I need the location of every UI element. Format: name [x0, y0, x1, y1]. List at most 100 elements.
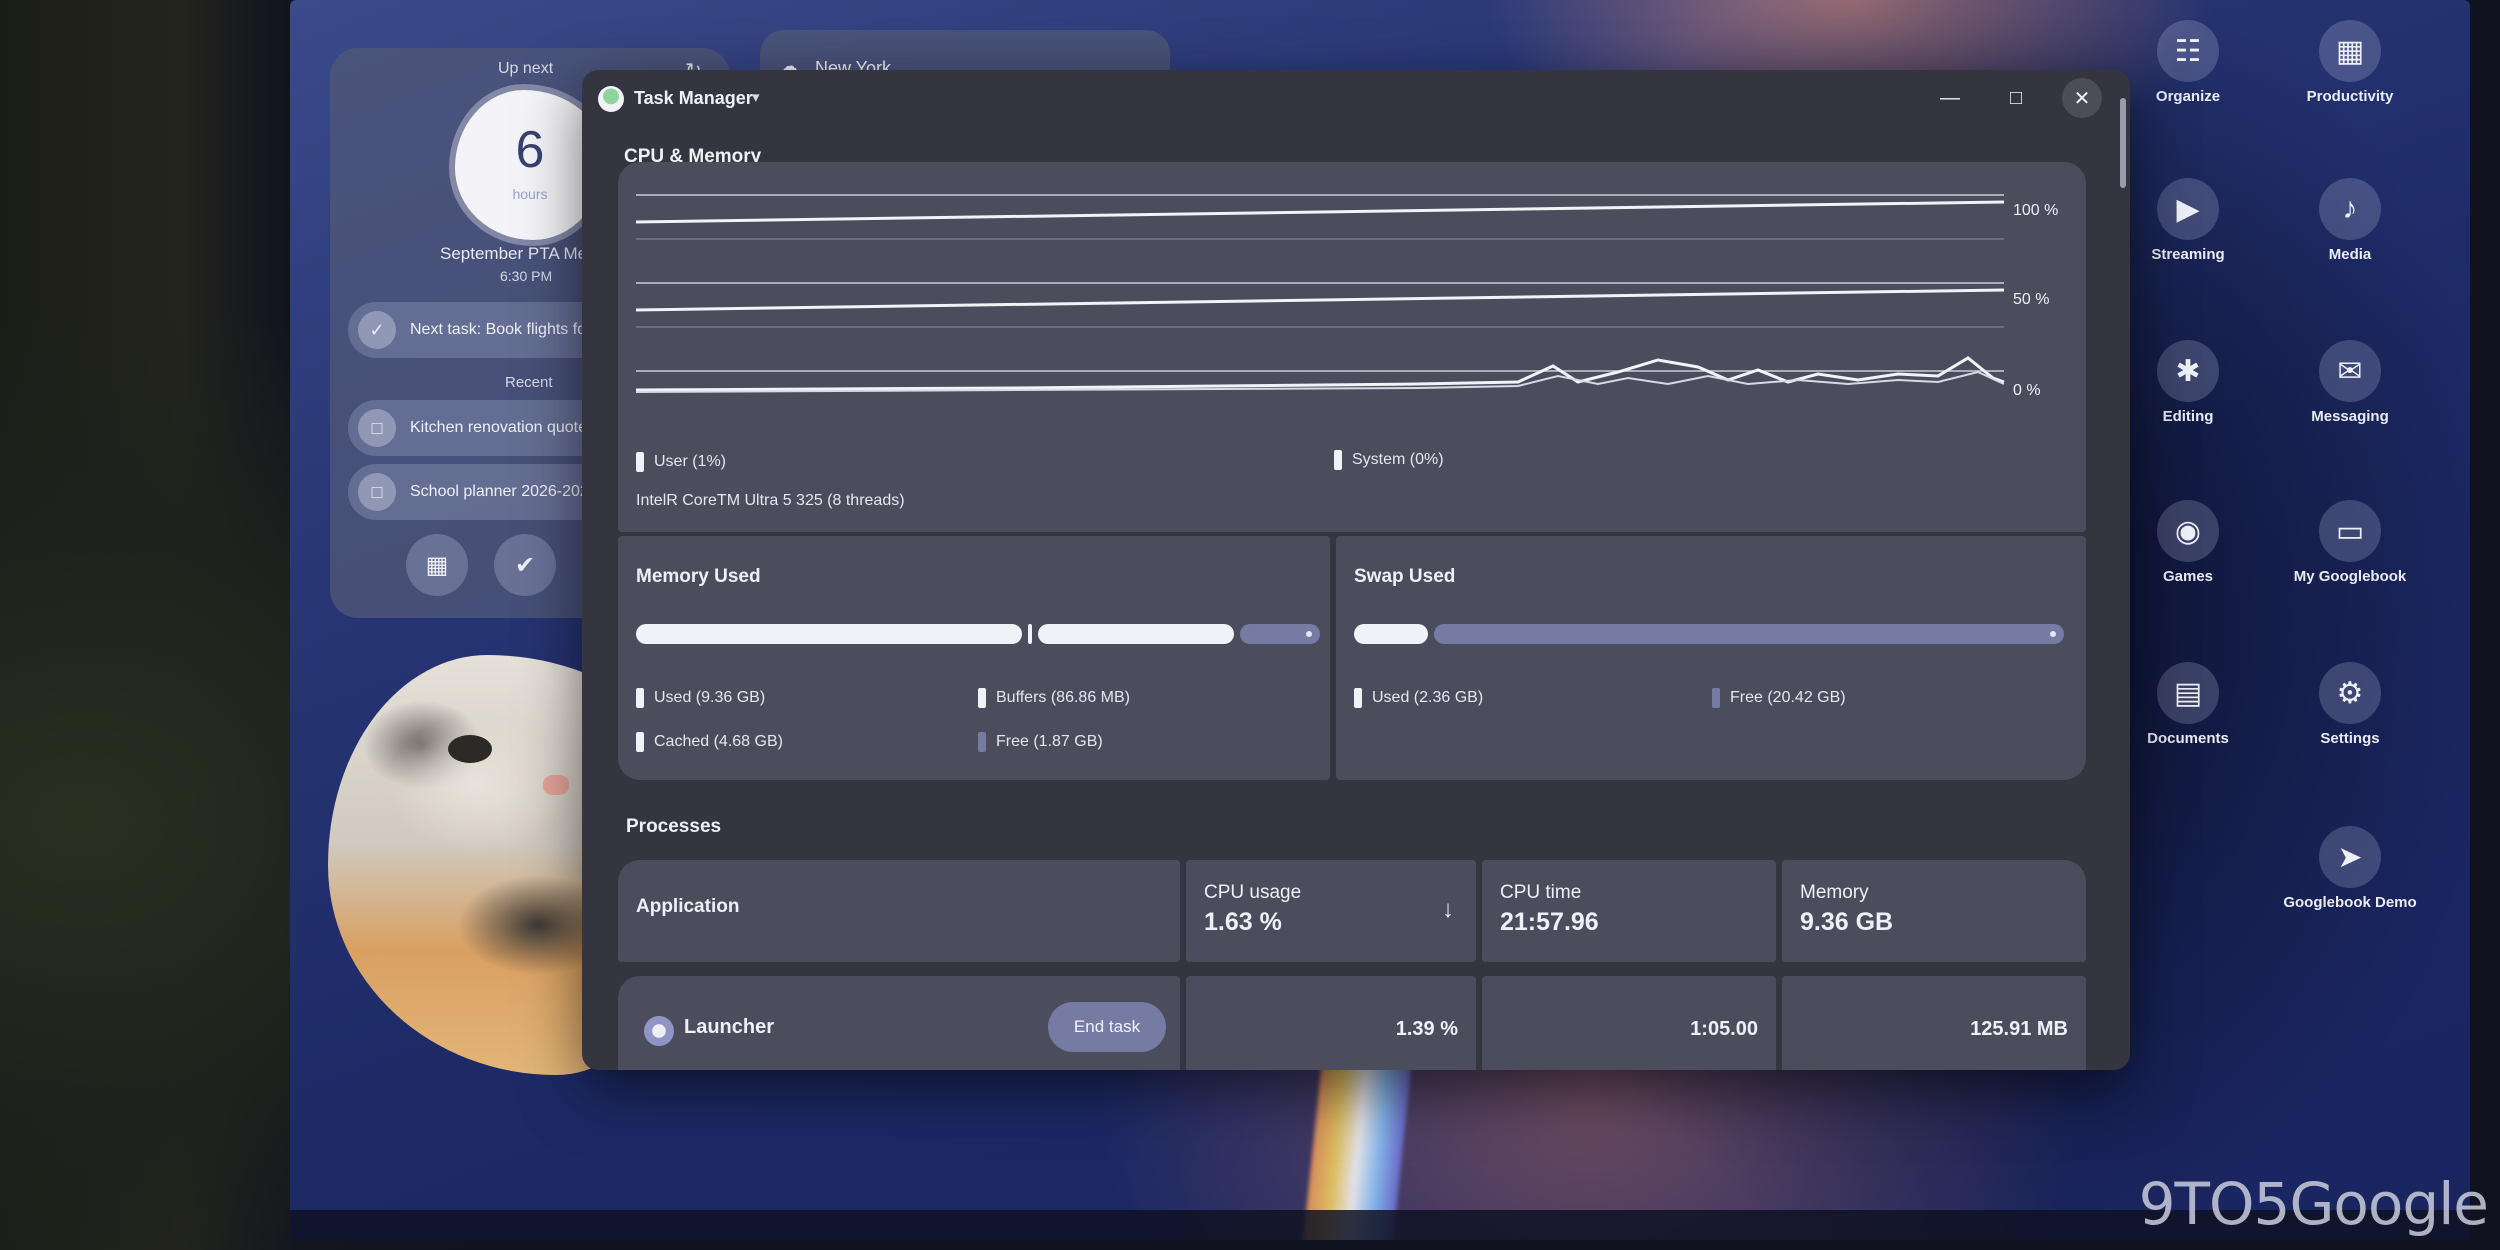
app-label: Streaming	[2151, 246, 2225, 263]
games-icon: ◉	[2157, 500, 2219, 562]
swap-free-label: Free (20.42 GB)	[1730, 689, 1846, 706]
app-my-googlebook[interactable]: ▭ My Googlebook	[2270, 500, 2430, 585]
app-label: Games	[2162, 568, 2214, 585]
demo-icon: ➤	[2319, 826, 2381, 888]
memory-title: Memory Used	[636, 566, 761, 587]
legend-swap-used: Used (2.36 GB)	[1354, 688, 1483, 708]
task-add-icon: ✔	[514, 551, 536, 579]
memory-cached-segment	[1038, 624, 1234, 644]
watermark: 9TO5Google	[2138, 1170, 2489, 1238]
legend-swap-free: Free (20.42 GB)	[1712, 688, 1846, 708]
app-googlebook-demo[interactable]: ➤ Googlebook Demo	[2270, 826, 2430, 911]
y-tick-100: 100 %	[2013, 202, 2058, 219]
close-button[interactable]: ✕	[2062, 78, 2102, 118]
recent-item-label: School planner 2026-2027	[410, 483, 598, 500]
title-bar[interactable]: Task Manager ▾ — □ ✕	[582, 70, 2130, 130]
laptop-icon: ▭	[2319, 500, 2381, 562]
legend-swatch	[1712, 688, 1720, 708]
legend-memory-free: Free (1.87 GB)	[978, 732, 1103, 752]
memory-panel: Memory Used Used (9.36 GB) Buffers (86.8…	[618, 536, 1330, 780]
user-cpu-series	[635, 356, 2005, 392]
swap-panel: Swap Used Used (2.36 GB) Free (20.42 GB)	[1336, 536, 2086, 780]
messaging-icon: ✉	[2319, 340, 2381, 402]
app-organize[interactable]: ☷ Organize	[2108, 20, 2268, 105]
document-icon: □	[358, 409, 396, 447]
column-header-cpu-time[interactable]: CPU time 21:57.96	[1482, 860, 1776, 962]
legend-swatch	[978, 688, 986, 708]
app-label: Messaging	[2311, 408, 2389, 425]
window-title: Task Manager	[634, 88, 753, 108]
column-header-cpu-usage[interactable]: CPU usage 1.63 % ↓	[1186, 860, 1476, 962]
chevron-down-icon[interactable]: ▾	[752, 88, 760, 106]
sort-arrow-down-icon[interactable]: ↓	[1442, 896, 1454, 924]
app-label: Organize	[2155, 88, 2221, 105]
add-event-button[interactable]: ▦	[406, 534, 468, 596]
legend-swatch	[1354, 688, 1362, 708]
editing-icon: ✱	[2157, 340, 2219, 402]
legend-swatch	[636, 452, 644, 472]
memory-buffers-segment	[1028, 624, 1032, 644]
application-header-label: Application	[636, 896, 740, 917]
app-messaging[interactable]: ✉ Messaging	[2270, 340, 2430, 425]
app-games[interactable]: ◉ Games	[2108, 500, 2268, 585]
app-documents[interactable]: ▤ Documents	[2108, 662, 2268, 747]
process-cpu-cell: 1.39 %	[1186, 976, 1476, 1070]
app-media[interactable]: ♪ Media	[2270, 178, 2430, 263]
cpu-usage-total: 1.63 %	[1204, 908, 1282, 936]
calendar-add-icon: ▦	[425, 551, 449, 579]
folder-icon: ▤	[2157, 662, 2219, 724]
recent-item-label: Kitchen renovation quote	[410, 419, 588, 436]
swap-title: Swap Used	[1354, 566, 1456, 587]
y-tick-0: 0 %	[2013, 382, 2041, 399]
app-settings[interactable]: ⚙ Settings	[2270, 662, 2430, 747]
legend-user: User (1%)	[636, 452, 726, 472]
process-time-cell: 1:05.00	[1482, 976, 1776, 1070]
memory-total: 9.36 GB	[1800, 908, 1894, 936]
legend-memory-cached: Cached (4.68 GB)	[636, 732, 783, 752]
bar-end-dot	[2050, 631, 2056, 637]
minimize-icon: —	[1940, 86, 1960, 109]
up-next-label: Up next	[498, 60, 554, 77]
swap-free-segment	[1434, 624, 2064, 644]
memory-bar	[636, 624, 1320, 644]
column-header-application[interactable]: Application	[618, 860, 1180, 962]
minimize-button[interactable]: —	[1930, 78, 1970, 118]
memory-buffers-label: Buffers (86.86 MB)	[996, 689, 1130, 706]
add-task-button[interactable]: ✔	[494, 534, 556, 596]
task-manager-app-icon	[598, 86, 624, 112]
organize-icon: ☷	[2157, 20, 2219, 82]
y-tick-50: 50 %	[2013, 291, 2049, 308]
memory-free-label: Free (1.87 GB)	[996, 733, 1103, 750]
memory-used-label: Used (9.36 GB)	[654, 689, 766, 706]
app-label: Media	[2328, 246, 2372, 263]
cpu-model: IntelR CoreTM Ultra 5 325 (8 threads)	[636, 492, 905, 509]
memory-free-segment	[1240, 624, 1320, 644]
swap-bar	[1354, 624, 2064, 644]
app-streaming[interactable]: ▶ Streaming	[2108, 178, 2268, 263]
app-productivity[interactable]: ▦ Productivity	[2270, 20, 2430, 105]
processes-title: Processes	[626, 816, 722, 837]
process-row-launcher[interactable]: Launcher End task	[618, 976, 1180, 1070]
recent-label: Recent	[505, 374, 553, 391]
legend-swatch	[1334, 450, 1342, 470]
productivity-icon: ▦	[2319, 20, 2381, 82]
close-icon: ✕	[2073, 87, 2091, 110]
legend-system-label: System (0%)	[1352, 451, 1444, 468]
launcher-icon	[644, 1016, 674, 1046]
app-label: My Googlebook	[2293, 568, 2407, 585]
app-editing[interactable]: ✱ Editing	[2108, 340, 2268, 425]
process-memory-value: 125.91 MB	[1970, 1018, 2068, 1040]
app-label: Settings	[2320, 730, 2380, 747]
task-manager-window[interactable]: Task Manager ▾ — □ ✕ CPU & Memory 100 % …	[582, 70, 2130, 1070]
end-task-button[interactable]: End task	[1048, 1002, 1166, 1052]
scrollbar[interactable]	[2120, 98, 2126, 188]
app-label: Productivity	[2306, 88, 2394, 105]
app-label: Googlebook Demo	[2283, 894, 2417, 911]
cpu-time-total: 21:57.96	[1500, 908, 1599, 936]
event-title[interactable]: September PTA Me	[440, 244, 587, 264]
column-header-memory[interactable]: Memory 9.36 GB	[1782, 860, 2086, 962]
cpu-history-chart: 100 % 50 % 0 %	[635, 194, 2058, 399]
swap-used-label: Used (2.36 GB)	[1372, 689, 1484, 706]
memory-header-label: Memory	[1800, 882, 1869, 903]
maximize-button[interactable]: □	[1996, 78, 2036, 118]
